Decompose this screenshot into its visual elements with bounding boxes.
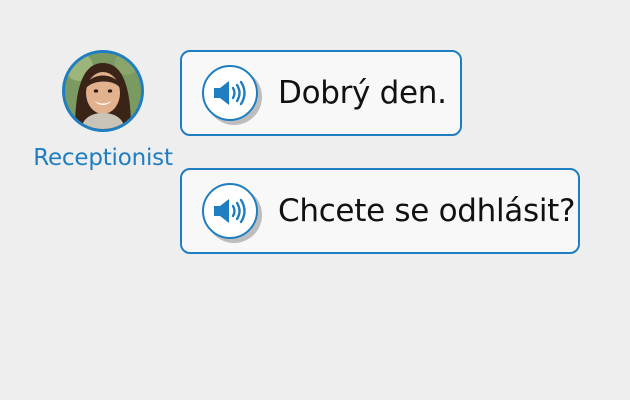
speaker-block: Receptionist (28, 50, 178, 171)
message-bubble: Dobrý den. (180, 50, 462, 136)
play-audio-button[interactable] (202, 65, 258, 121)
woman-portrait-icon (65, 53, 141, 129)
message-text: Chcete se odhlásit? (278, 193, 576, 229)
message-bubble: Chcete se odhlásit? (180, 168, 580, 254)
speaker-volume-icon (214, 80, 246, 106)
message-text: Dobrý den. (278, 75, 447, 111)
avatar (62, 50, 144, 132)
dialogue-stage: Receptionist Dobrý den. Chcete se odhlás (0, 0, 630, 400)
speaker-volume-icon (214, 198, 246, 224)
play-audio-button[interactable] (202, 183, 258, 239)
speaker-name: Receptionist (33, 145, 173, 171)
